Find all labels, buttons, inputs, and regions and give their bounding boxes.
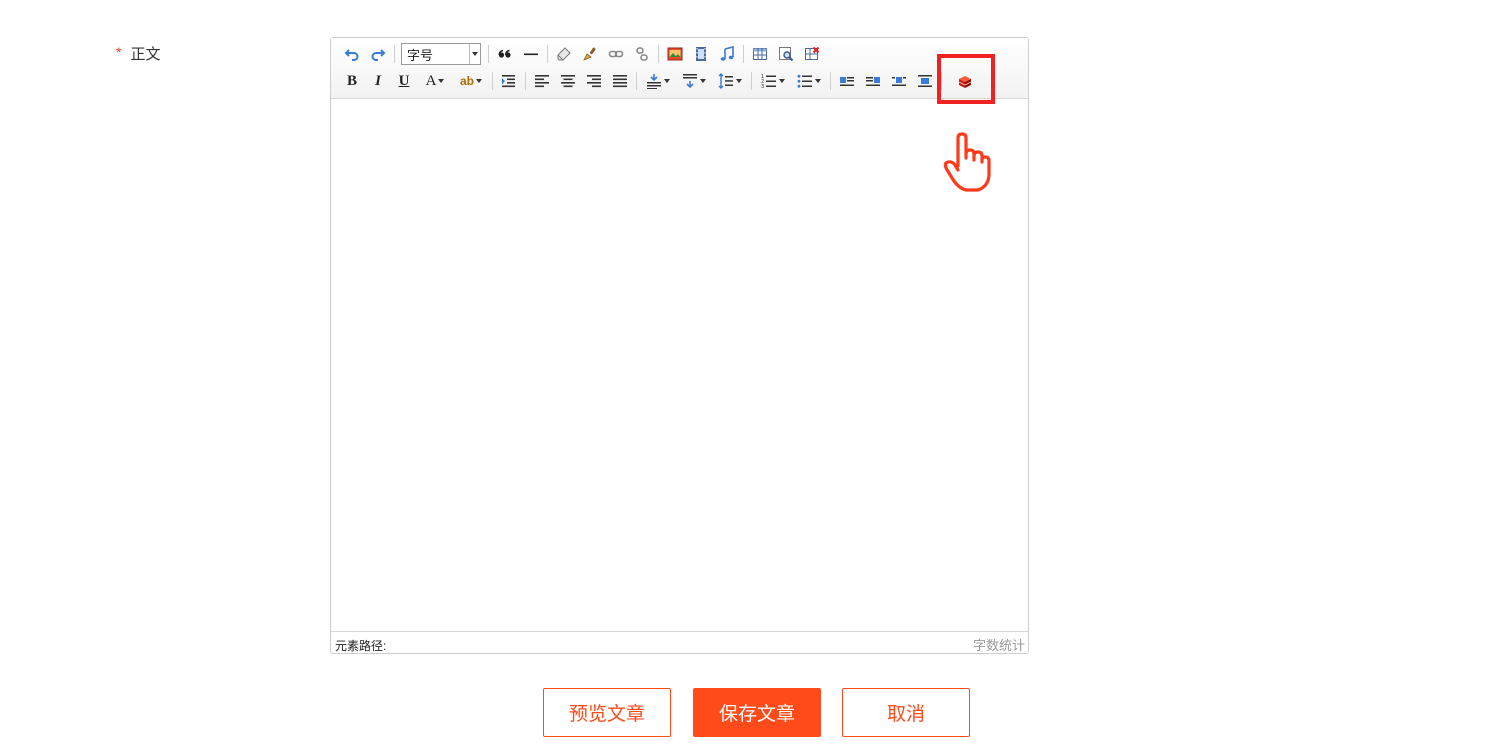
body-label-text: 正文 xyxy=(130,46,161,63)
bold-glyph: B xyxy=(346,72,357,89)
editor-statusbar: 元素路径: 字数统计 xyxy=(331,631,1028,653)
rich-text-editor: 字号 B I U A ab 1 2 3 元素路径: 字数统计 xyxy=(330,37,1029,654)
underline-glyph: U xyxy=(398,72,410,89)
image-icon[interactable] xyxy=(665,44,685,64)
toolbar-row-2: B I U A ab 1 2 3 xyxy=(339,69,978,93)
chevron-down-icon xyxy=(736,79,742,83)
required-marker: * xyxy=(116,44,122,60)
body-field-label: * 正文 xyxy=(116,43,160,64)
table-icon[interactable] xyxy=(750,44,770,64)
font-color-icon[interactable]: A xyxy=(420,71,450,91)
toolbar-separator xyxy=(492,72,493,90)
search-replace-icon[interactable] xyxy=(776,44,796,64)
custom-plugin-icon[interactable] xyxy=(955,71,975,91)
toolbar-separator xyxy=(751,72,752,90)
toolbar-separator xyxy=(658,45,659,63)
image-right-icon[interactable] xyxy=(863,71,883,91)
highlight-glyph: ab xyxy=(459,74,474,88)
image-left-icon[interactable] xyxy=(837,71,857,91)
music-icon[interactable] xyxy=(717,44,737,64)
element-path: 元素路径: xyxy=(335,639,387,653)
highlight-color-icon[interactable]: ab xyxy=(456,71,486,91)
image-none-icon[interactable] xyxy=(915,71,935,91)
line-height-icon[interactable] xyxy=(715,71,745,91)
chevron-down-icon xyxy=(779,79,785,83)
unordered-list-icon[interactable] xyxy=(794,71,824,91)
save-article-button[interactable]: 保存文章 xyxy=(693,688,821,737)
editor-toolbar: 字号 B I U A ab 1 2 3 xyxy=(331,38,1028,99)
toolbar-separator xyxy=(547,45,548,63)
font-color-glyph: A xyxy=(425,72,437,89)
row-spacing-top-icon[interactable] xyxy=(643,71,673,91)
chevron-down-icon xyxy=(438,79,445,83)
delete-table-icon[interactable] xyxy=(802,44,822,64)
hand-pointer-icon xyxy=(943,132,991,192)
toolbar-separator xyxy=(743,45,744,63)
toolbar-separator xyxy=(525,72,526,90)
font-size-select[interactable]: 字号 xyxy=(401,43,481,65)
chevron-down-icon xyxy=(469,44,480,64)
chevron-down-icon xyxy=(700,79,706,83)
editor-content-area[interactable] xyxy=(331,99,1028,632)
image-center-icon[interactable] xyxy=(889,71,909,91)
font-size-value: 字号 xyxy=(407,47,434,63)
video-icon[interactable] xyxy=(691,44,711,64)
eraser-icon[interactable] xyxy=(554,44,574,64)
link-icon[interactable] xyxy=(606,44,626,64)
chevron-down-icon xyxy=(476,79,482,83)
svg-text:3: 3 xyxy=(761,84,764,89)
unlink-icon[interactable] xyxy=(632,44,652,64)
undo-icon[interactable] xyxy=(342,44,362,64)
indent-icon[interactable] xyxy=(499,71,519,91)
align-center-icon[interactable] xyxy=(558,71,578,91)
chevron-down-icon xyxy=(664,79,670,83)
toolbar-separator xyxy=(830,72,831,90)
align-right-icon[interactable] xyxy=(584,71,604,91)
chevron-down-icon xyxy=(815,79,821,83)
ordered-list-icon[interactable]: 123 xyxy=(758,71,788,91)
align-left-icon[interactable] xyxy=(532,71,552,91)
align-justify-icon[interactable] xyxy=(610,71,630,91)
underline-icon[interactable]: U xyxy=(394,71,414,91)
format-brush-icon[interactable] xyxy=(580,44,600,64)
redo-icon[interactable] xyxy=(368,44,388,64)
bold-icon[interactable]: B xyxy=(342,71,362,91)
row-spacing-bottom-icon[interactable] xyxy=(679,71,709,91)
horizontal-rule-icon[interactable] xyxy=(521,44,541,64)
italic-icon[interactable]: I xyxy=(368,71,388,91)
italic-glyph: I xyxy=(375,72,381,89)
toolbar-separator xyxy=(636,72,637,90)
word-count: 字数统计 xyxy=(972,638,1025,653)
blockquote-icon[interactable] xyxy=(495,44,515,64)
toolbar-row-1: 字号 xyxy=(339,42,825,66)
cancel-button[interactable]: 取消 xyxy=(842,688,970,737)
toolbar-separator xyxy=(941,72,942,90)
preview-article-button[interactable]: 预览文章 xyxy=(543,688,671,737)
toolbar-separator xyxy=(488,45,489,63)
toolbar-separator xyxy=(394,45,395,63)
